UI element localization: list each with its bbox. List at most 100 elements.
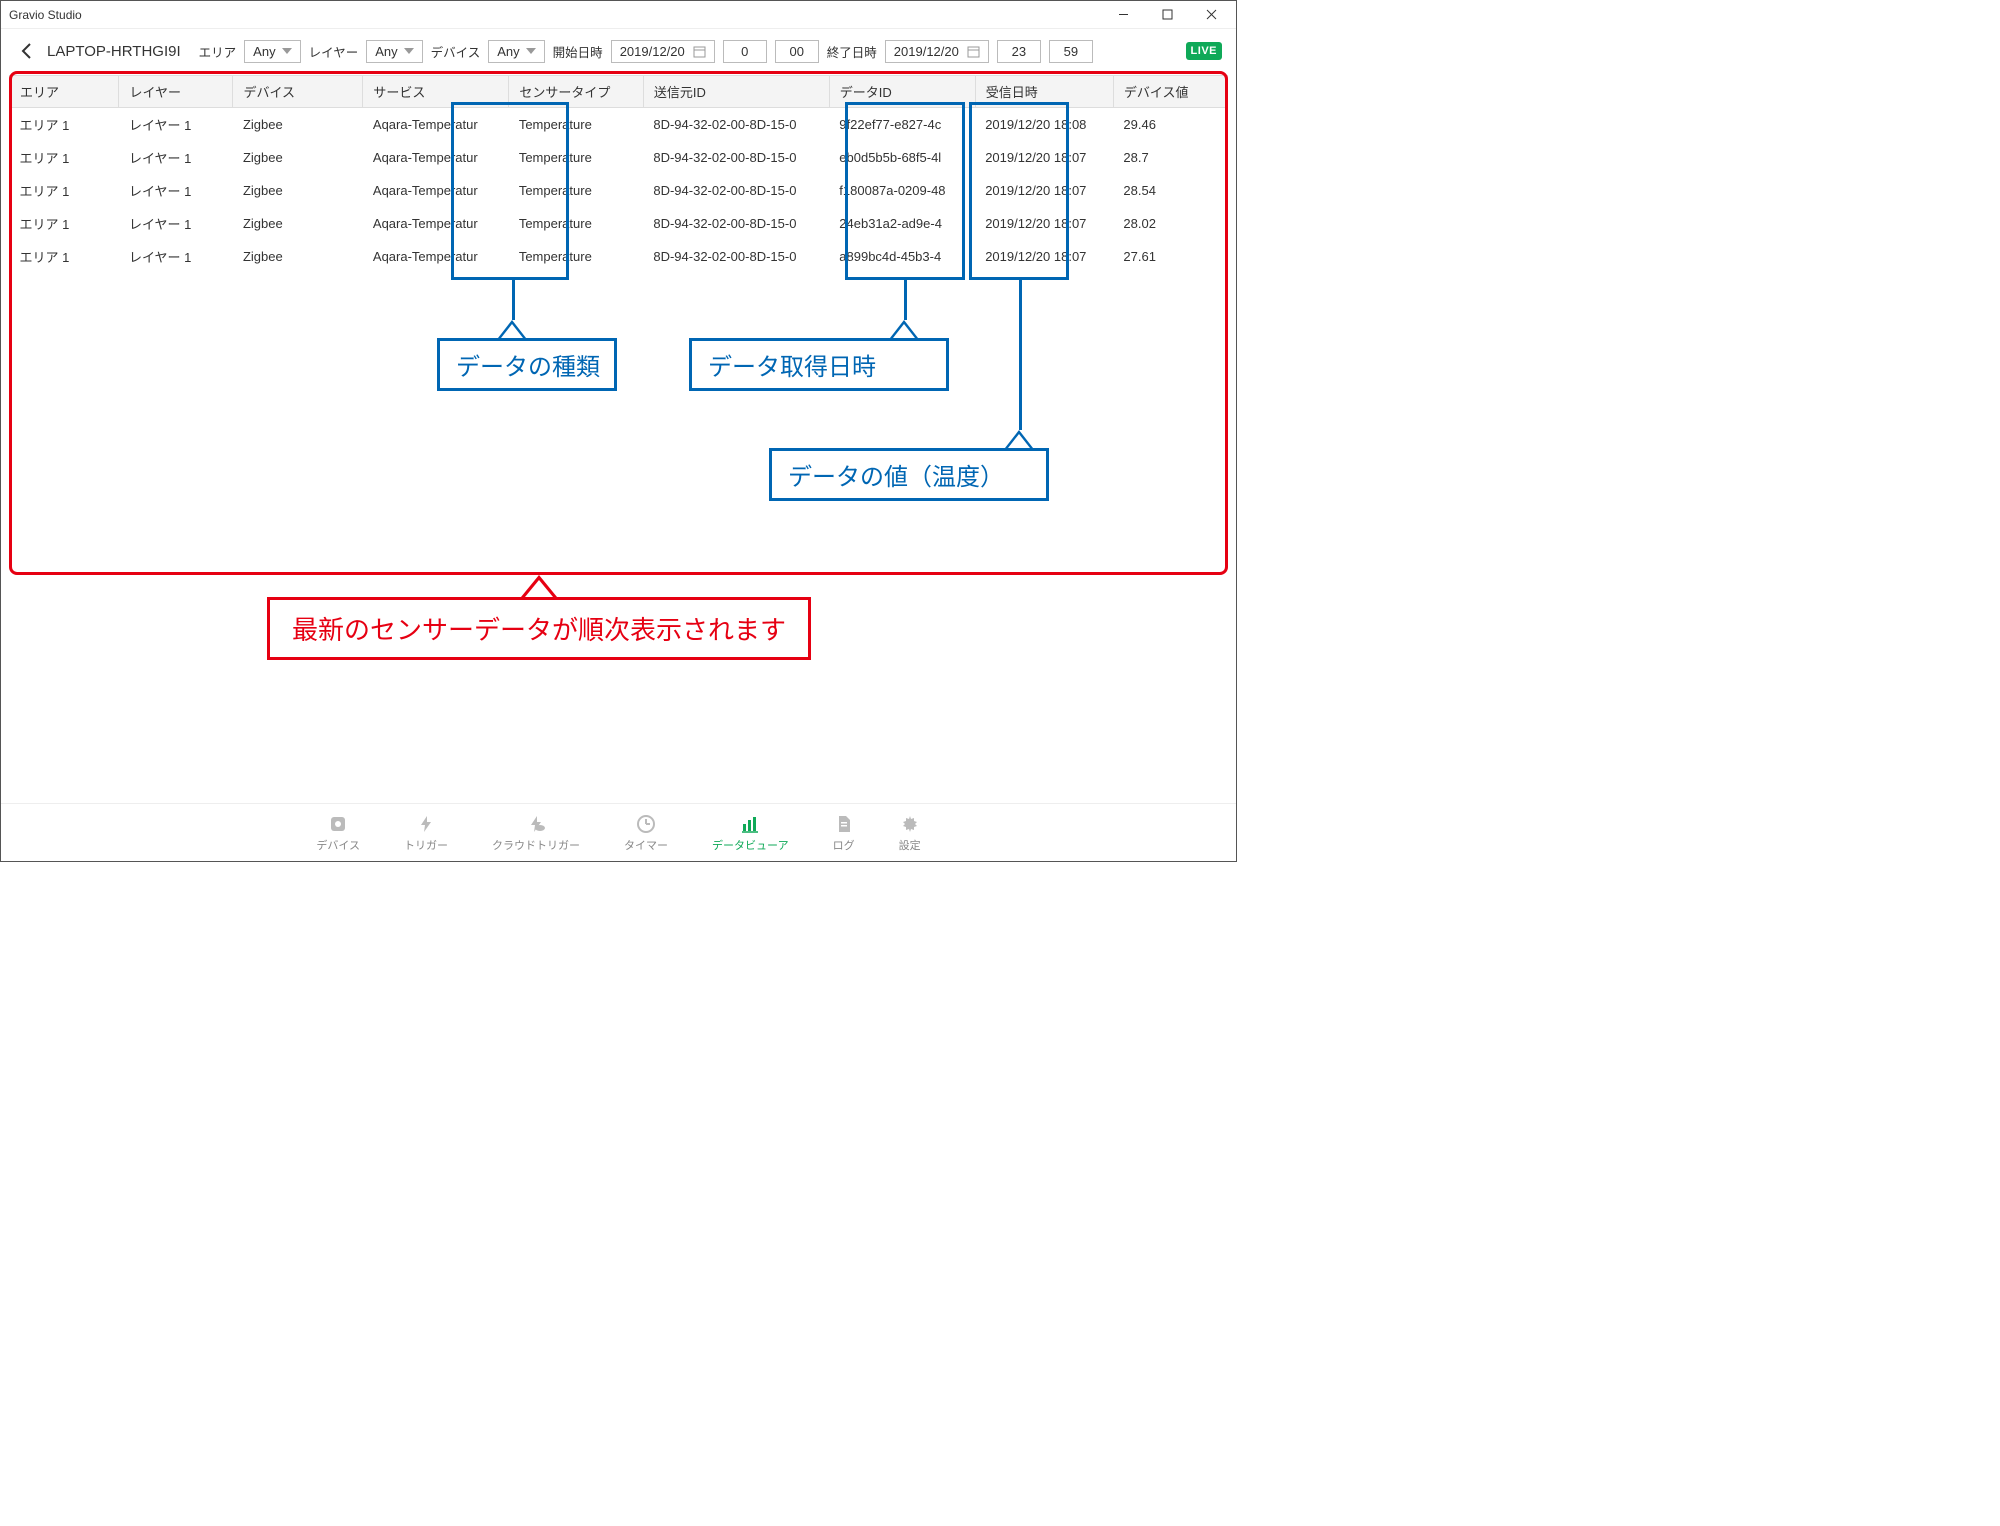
cell-sensor: Temperature (509, 174, 644, 207)
minimize-button[interactable] (1102, 2, 1144, 28)
area-dropdown[interactable]: Any (244, 40, 300, 63)
cell-service: Aqara-Temperatur (363, 108, 509, 142)
col-sensor[interactable]: センサータイプ (509, 76, 644, 108)
cell-service: Aqara-Temperatur (363, 240, 509, 273)
nav-trigger[interactable]: トリガー (404, 814, 448, 853)
cell-area: エリア 1 (10, 141, 119, 174)
col-area[interactable]: エリア (10, 76, 119, 108)
computer-name: LAPTOP-HRTHGI9I (47, 43, 181, 60)
maximize-button[interactable] (1146, 2, 1188, 28)
cell-device: Zigbee (233, 108, 363, 142)
clock-icon (636, 814, 656, 834)
cell-recv: 2019/12/20 18:07 (975, 174, 1113, 207)
cell-dataid: 9f22ef77-e827-4c (829, 108, 975, 142)
cell-sensor: Temperature (509, 108, 644, 142)
col-dataid[interactable]: データID (829, 76, 975, 108)
callout-main: 最新のセンサーデータが順次表示されます (169, 575, 909, 660)
cell-dataid: f180087a-0209-48 (829, 174, 975, 207)
layer-dropdown[interactable]: Any (366, 40, 422, 63)
cell-device: Zigbee (233, 174, 363, 207)
cell-val: 29.46 (1113, 108, 1227, 142)
cell-sender: 8D-94-32-02-00-8D-15-0 (643, 108, 829, 142)
start-hour-input[interactable]: 0 (723, 40, 767, 63)
cell-val: 28.02 (1113, 207, 1227, 240)
calendar-icon (693, 45, 706, 58)
close-button[interactable] (1190, 2, 1232, 28)
cell-dataid: 24eb31a2-ad9e-4 (829, 207, 975, 240)
nav-cloud-trigger[interactable]: クラウドトリガー (492, 814, 580, 853)
cell-layer: レイヤー 1 (119, 141, 233, 174)
cell-layer: レイヤー 1 (119, 108, 233, 142)
col-device[interactable]: デバイス (233, 76, 363, 108)
settings-icon (900, 814, 920, 834)
cell-area: エリア 1 (10, 174, 119, 207)
cell-device: Zigbee (233, 141, 363, 174)
cell-sender: 8D-94-32-02-00-8D-15-0 (643, 174, 829, 207)
area-label: エリア (199, 42, 237, 61)
cell-sender: 8D-94-32-02-00-8D-15-0 (643, 141, 829, 174)
chevron-down-icon (526, 48, 536, 54)
table-row[interactable]: エリア 1レイヤー 1ZigbeeAqara-TemperaturTempera… (10, 141, 1228, 174)
end-date-label: 終了日時 (827, 42, 877, 61)
chevron-down-icon (404, 48, 414, 54)
layer-label: レイヤー (309, 42, 359, 61)
col-val[interactable]: デバイス値 (1113, 76, 1227, 108)
callout-value: データの値（温度） (769, 280, 1049, 501)
cell-sensor: Temperature (509, 240, 644, 273)
cell-val: 27.61 (1113, 240, 1227, 273)
cell-device: Zigbee (233, 207, 363, 240)
cell-layer: レイヤー 1 (119, 174, 233, 207)
nav-data-viewer[interactable]: データビューア (712, 814, 789, 853)
chevron-down-icon (282, 48, 292, 54)
cell-service: Aqara-Temperatur (363, 174, 509, 207)
cell-area: エリア 1 (10, 108, 119, 142)
data-table: エリア レイヤー デバイス サービス センサータイプ 送信元ID データID 受… (9, 75, 1228, 273)
callout-data-type: データの種類 (437, 280, 617, 391)
table-row[interactable]: エリア 1レイヤー 1ZigbeeAqara-TemperaturTempera… (10, 174, 1228, 207)
end-date-input[interactable]: 2019/12/20 (885, 40, 989, 63)
gear-icon (328, 814, 348, 834)
device-label: デバイス (431, 42, 481, 61)
cell-dataid: eb0d5b5b-68f5-4l (829, 141, 975, 174)
cloud-bolt-icon (526, 814, 546, 834)
cell-layer: レイヤー 1 (119, 207, 233, 240)
cell-area: エリア 1 (10, 207, 119, 240)
col-layer[interactable]: レイヤー (119, 76, 233, 108)
nav-timer[interactable]: タイマー (624, 814, 668, 853)
cell-recv: 2019/12/20 18:07 (975, 207, 1113, 240)
start-date-label: 開始日時 (553, 42, 603, 61)
table-row[interactable]: エリア 1レイヤー 1ZigbeeAqara-TemperaturTempera… (10, 108, 1228, 142)
cell-layer: レイヤー 1 (119, 240, 233, 273)
start-date-input[interactable]: 2019/12/20 (611, 40, 715, 63)
bolt-icon (416, 814, 436, 834)
device-dropdown[interactable]: Any (488, 40, 544, 63)
back-button[interactable] (15, 39, 39, 63)
cell-dataid: a899bc4d-45b3-4 (829, 240, 975, 273)
cell-service: Aqara-Temperatur (363, 207, 509, 240)
cell-sender: 8D-94-32-02-00-8D-15-0 (643, 240, 829, 273)
cell-sensor: Temperature (509, 207, 644, 240)
cell-recv: 2019/12/20 18:07 (975, 240, 1113, 273)
calendar-icon (967, 45, 980, 58)
col-recv[interactable]: 受信日時 (975, 76, 1113, 108)
filter-toolbar: LAPTOP-HRTHGI9I エリア Any レイヤー Any デバイス An… (1, 29, 1236, 75)
nav-log[interactable]: ログ (833, 814, 855, 853)
col-sender[interactable]: 送信元ID (643, 76, 829, 108)
nav-settings[interactable]: 設定 (899, 814, 921, 853)
chart-icon (740, 814, 760, 834)
cell-area: エリア 1 (10, 240, 119, 273)
cell-service: Aqara-Temperatur (363, 141, 509, 174)
nav-device[interactable]: デバイス (316, 814, 360, 853)
table-row[interactable]: エリア 1レイヤー 1ZigbeeAqara-TemperaturTempera… (10, 207, 1228, 240)
end-minute-input[interactable]: 59 (1049, 40, 1093, 63)
table-row[interactable]: エリア 1レイヤー 1ZigbeeAqara-TemperaturTempera… (10, 240, 1228, 273)
cell-recv: 2019/12/20 18:08 (975, 108, 1113, 142)
end-hour-input[interactable]: 23 (997, 40, 1041, 63)
cell-device: Zigbee (233, 240, 363, 273)
document-icon (834, 814, 854, 834)
window-title: Gravio Studio (9, 8, 82, 22)
col-service[interactable]: サービス (363, 76, 509, 108)
cell-val: 28.54 (1113, 174, 1227, 207)
live-toggle[interactable]: LIVE (1186, 42, 1222, 60)
start-minute-input[interactable]: 00 (775, 40, 819, 63)
